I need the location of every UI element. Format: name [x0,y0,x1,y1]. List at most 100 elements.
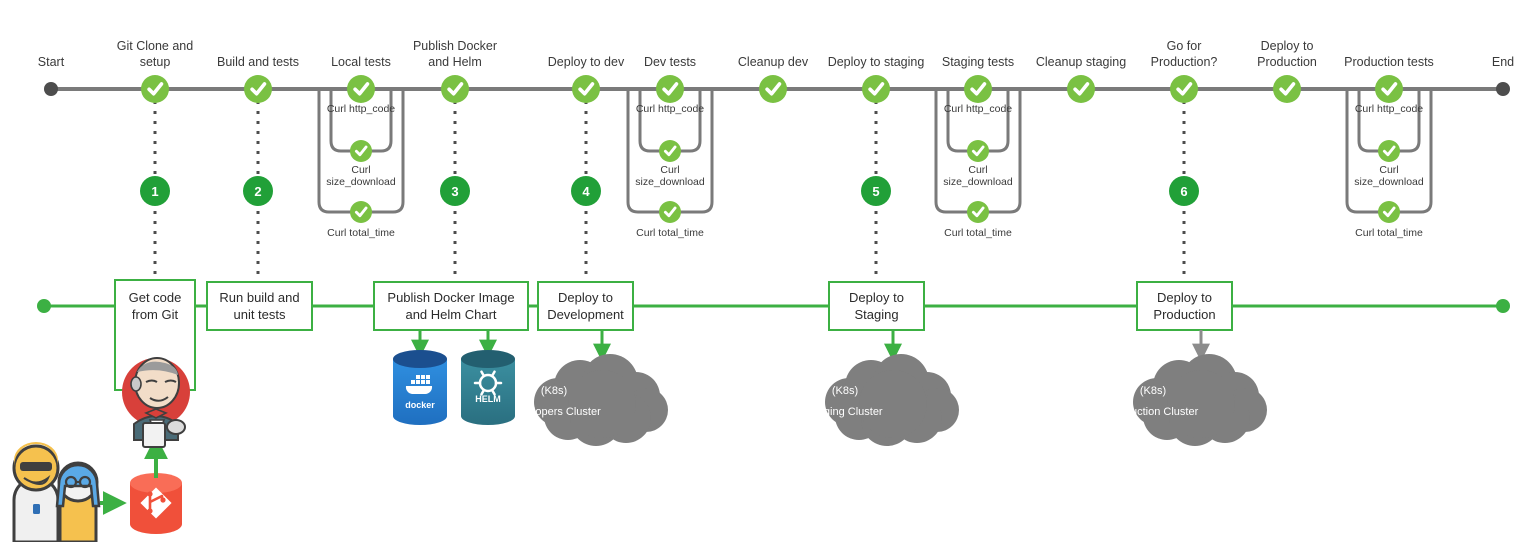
check-circle [572,75,600,103]
artifact-label: HELM [475,394,501,404]
test-node-size-download[interactable] [350,140,372,162]
jenkins-butler-icon [122,357,190,448]
flow-box-deploy-development[interactable]: Deploy to Development [537,281,634,331]
stage-number-badge[interactable]: 2 [243,176,273,206]
timeline-start-label: Start [38,55,65,69]
cloud-label-line1: (K8s) [541,385,567,397]
check-circle [862,75,890,103]
stage-label: and Helm [428,55,482,69]
test-label-total-time: Curl total_time [1355,227,1423,239]
timeline-end-label: End [1492,55,1514,69]
pipeline-stage-local-tests: Local tests Curlsize_download Curl total_t… [317,55,405,239]
cloud-production-cluster: (K8s) Production Cluster [1108,330,1267,446]
test-node-total-time[interactable] [659,201,681,223]
stage-label: Git Clone and [117,39,193,53]
stage-node-publish-docker[interactable] [441,75,469,103]
stage-node-deploy-production[interactable] [1273,75,1301,103]
test-node-total-time[interactable] [1378,201,1400,223]
stage-node-build-tests[interactable] [244,75,272,103]
timeline-end-dot [1496,82,1510,96]
flow-box-label: Deploy to [558,290,613,305]
flow-box-label: Development [547,307,624,322]
test-label-total-time: Curl total_time [944,227,1012,239]
cloud-label-line2: Developers Cluster [507,406,601,418]
flow-layer: Get code from Git Run build and unit tests P… [37,279,1510,446]
artifact-helm-repo: HELM [461,330,515,425]
flow-box-label: Get code [129,290,182,305]
check-circle [964,75,992,103]
flow-box-deploy-staging-box[interactable]: Deploy to Staging [828,281,925,331]
check-circle [659,201,681,223]
check-circle [244,75,272,103]
stage-node-cleanup-dev[interactable] [759,75,787,103]
cloud-shape [1133,354,1267,446]
stage-label: Staging tests [942,55,1014,69]
source-icons-layer [12,357,190,542]
stage-label: Production [1257,55,1317,69]
check-circle [1375,75,1403,103]
flow-start-dot [37,299,51,313]
stage-label: Deploy to staging [828,55,925,69]
stage-number-text: 6 [1180,184,1187,199]
stage-node-dev-tests[interactable] [656,75,684,103]
stage-node-cleanup-staging[interactable] [1067,75,1095,103]
flow-box-label: from Git [132,307,179,322]
flow-box-deploy-production-box[interactable]: Deploy to Production [1136,281,1233,331]
cloud-label-line2: Staging Cluster [807,406,883,418]
flow-box-label: Deploy to [849,290,904,305]
stage-node-staging-tests[interactable] [964,75,992,103]
test-label-http-code: Curl http_code [636,103,704,115]
stage-number-text: 2 [254,184,261,199]
cloud-shape [534,354,668,446]
flow-box-run-build[interactable]: Run build and unit tests [206,281,313,331]
test-label-size-download-2: size_download [1354,176,1424,188]
flow-box-label: and Helm Chart [405,307,496,322]
flow-box-label: Staging [854,307,898,322]
test-node-total-time[interactable] [967,201,989,223]
check-circle [1378,201,1400,223]
check-circle [141,75,169,103]
flow-box-label: Production [1153,307,1215,322]
test-node-size-download[interactable] [1378,140,1400,162]
stage-node-deploy-dev[interactable] [572,75,600,103]
check-circle [1067,75,1095,103]
stage-label: Go for [1167,39,1202,53]
stage-label: Production tests [1344,55,1434,69]
test-label-size-download-1: Curl [968,164,987,176]
pipeline-stage-staging-tests: Staging tests Curlsize_download Curl total… [934,55,1022,239]
stage-number-badge[interactable]: 1 [140,176,170,206]
timeline-layer: Start End Git Clone and setup 1 Build and tes… [38,39,1514,290]
test-label-size-download-2: size_download [943,176,1013,188]
stage-node-production-tests[interactable] [1375,75,1403,103]
check-circle [1170,75,1198,103]
stage-number-badge[interactable]: 5 [861,176,891,206]
stage-label: setup [140,55,171,69]
flow-box-publish-image[interactable]: Publish Docker Image and Helm Chart [373,281,529,331]
test-node-size-download[interactable] [967,140,989,162]
pipeline-stage-cleanup-dev: Cleanup dev [738,55,809,103]
flow-box-label: Deploy to [1157,290,1212,305]
stage-label: Cleanup dev [738,55,809,69]
stage-label: Production? [1151,55,1218,69]
stage-number-badge[interactable]: 4 [571,176,601,206]
flow-box-label: unit tests [233,307,286,322]
stage-node-go-production[interactable] [1170,75,1198,103]
stage-label: Publish Docker [413,39,497,53]
stage-number-badge[interactable]: 3 [440,176,470,206]
check-circle [1273,75,1301,103]
stage-node-git-clone[interactable] [141,75,169,103]
stage-node-local-tests[interactable] [347,75,375,103]
stage-node-deploy-staging[interactable] [862,75,890,103]
artifact-label: docker [405,400,435,410]
flow-end-dot [1496,299,1510,313]
stage-number-badge[interactable]: 6 [1169,176,1199,206]
cloud-staging-cluster: (K8s) Staging Cluster [807,330,959,446]
check-circle [967,201,989,223]
check-circle [659,140,681,162]
pipeline-stage-cleanup-staging: Cleanup staging [1036,55,1126,103]
pipeline-stage-publish-docker: Publish Docker and Helm 3 [413,39,497,290]
test-node-total-time[interactable] [350,201,372,223]
cloud-label-line2: Production Cluster [1108,406,1199,418]
test-node-size-download[interactable] [659,140,681,162]
stage-label: Deploy to dev [548,55,625,69]
